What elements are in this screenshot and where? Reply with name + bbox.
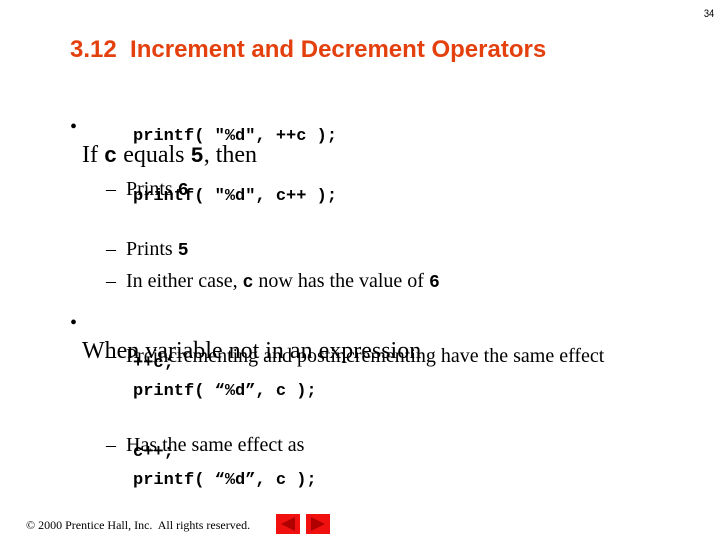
code-preincrement-printf: printf( "%d", ++c ); bbox=[133, 127, 338, 146]
code-printf-1: printf( “%d”, c ); bbox=[133, 382, 317, 401]
bullet-glyph: • bbox=[70, 116, 78, 138]
code-postincrement-printf: printf( "%d", c++ ); bbox=[133, 187, 338, 206]
code-printf-2: printf( “%d”, c ); bbox=[133, 471, 317, 490]
next-arrow-icon bbox=[311, 517, 325, 531]
slide-title: 3.12 Increment and Decrement Operators bbox=[70, 36, 547, 63]
next-slide-button[interactable] bbox=[306, 514, 330, 534]
page-number: 34 bbox=[703, 8, 714, 20]
bullet-glyph: • bbox=[70, 312, 78, 334]
code-postincrement-statement: c++; bbox=[133, 443, 174, 462]
dash-glyph: – bbox=[106, 345, 116, 367]
previous-arrow-icon bbox=[281, 517, 295, 531]
sub-item-same-effect: – Has the same effect as bbox=[106, 434, 305, 456]
copyright-notice: © 2000 Prentice Hall, Inc. All rights re… bbox=[26, 518, 251, 532]
dash-glyph: – bbox=[106, 178, 116, 200]
code-preincrement-statement: ++c; bbox=[133, 354, 174, 373]
dash-glyph: – bbox=[106, 434, 116, 456]
previous-slide-button[interactable] bbox=[276, 514, 300, 534]
